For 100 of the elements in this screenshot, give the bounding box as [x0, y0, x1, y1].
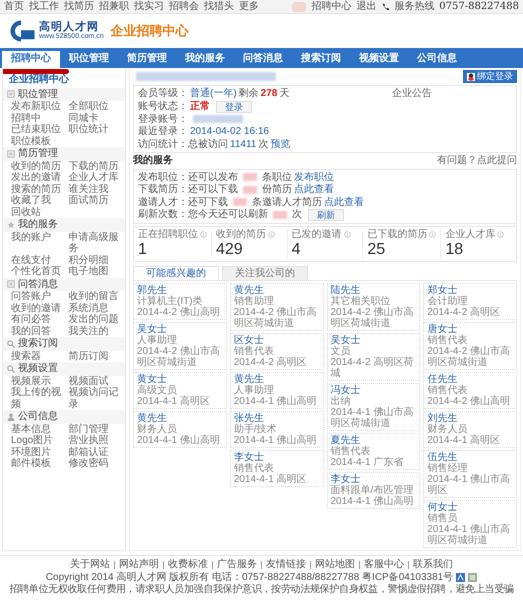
- candidate-card[interactable]: 何女士 销售员 2014-4-1 佛山市高明区荷城街道: [423, 500, 517, 548]
- info-link[interactable]: 11411: [230, 138, 256, 150]
- tab[interactable]: 关注我公司的: [222, 266, 308, 280]
- footer-link[interactable]: 关于网站: [70, 559, 110, 570]
- footer-link[interactable]: 广告服务: [217, 559, 257, 570]
- candidate-card[interactable]: 伍先生 销售经理 2014-4-1 佛山市高明区: [423, 450, 517, 498]
- sidebar-link[interactable]: 职位统计: [68, 124, 122, 136]
- sidebar-link[interactable]: 招聘中: [11, 112, 64, 124]
- candidate-card[interactable]: 郑女士 会计助理 2014-4-2 高明区: [423, 283, 517, 320]
- sidebar-link[interactable]: 基本信息: [11, 424, 64, 435]
- candidate-name[interactable]: 夏先生: [330, 435, 416, 446]
- sidebar-link[interactable]: 发布新职位: [11, 101, 64, 112]
- sidebar-link[interactable]: 已结束职位: [11, 124, 64, 136]
- sidebar-link[interactable]: 我的回答: [11, 326, 64, 337]
- sidebar-link[interactable]: 在线支付: [11, 254, 64, 266]
- candidate-name[interactable]: 李女士: [234, 452, 320, 463]
- sidebar-section[interactable]: 我的服务: [3, 218, 125, 232]
- candidate-name[interactable]: 黄先生: [234, 374, 320, 385]
- candidate-card[interactable]: 冯女士 出纳 2014-4-1 佛山市高明区荷城街道: [326, 383, 420, 431]
- info-link[interactable]: 点此查看: [324, 196, 364, 208]
- nav-tab[interactable]: 招聘中心: [2, 51, 60, 68]
- sidebar-section[interactable]: 简历管理: [3, 147, 125, 160]
- candidate-card[interactable]: 陆先生 其它相关职位 2014-4-2 佛山市高明区荷城街道: [326, 283, 420, 331]
- candidate-card[interactable]: 区女士 销售代表 2014-4-2 高明区: [230, 333, 324, 370]
- sidebar-link[interactable]: 发出的邀请: [11, 172, 64, 184]
- sidebar-link[interactable]: 申请高级服务: [68, 232, 122, 254]
- info-link[interactable]: 点此查看: [294, 184, 334, 196]
- top-link[interactable]: 退出: [356, 0, 376, 12]
- candidate-name[interactable]: 陆先生: [330, 285, 416, 296]
- sidebar-link[interactable]: 收到的邀请: [11, 302, 64, 314]
- sidebar-link[interactable]: 部门管理: [68, 424, 122, 435]
- sidebar-link[interactable]: 收到的简历: [11, 160, 64, 172]
- candidate-name[interactable]: 张先生: [234, 413, 320, 424]
- candidate-name[interactable]: 唐女士: [427, 324, 513, 335]
- top-link[interactable]: 更多: [239, 0, 259, 12]
- nav-tab[interactable]: 搜索订阅: [292, 51, 350, 68]
- info-link[interactable]: 普通(一年): [190, 88, 237, 100]
- candidate-name[interactable]: 吴女士: [137, 324, 223, 335]
- top-link[interactable]: 找实习: [134, 0, 164, 12]
- sidebar-link[interactable]: 视频面试: [68, 376, 122, 387]
- sidebar-link[interactable]: 视频展示: [11, 376, 64, 387]
- nav-tab[interactable]: 公司信息: [408, 51, 466, 68]
- info-link[interactable]: 预览: [270, 138, 290, 150]
- sidebar-link[interactable]: 搜索器: [11, 350, 64, 362]
- footer-link[interactable]: 网站地图: [315, 559, 355, 570]
- info-link[interactable]: 发布职位: [294, 172, 334, 183]
- tab[interactable]: 可能感兴趣的: [133, 266, 219, 280]
- candidate-card[interactable]: 张先生 助手/技术 2014-4-1 佛山高明: [230, 411, 324, 448]
- candidate-card[interactable]: 任先生 销售代表 2014-4-2 佛山高明: [423, 372, 517, 409]
- candidate-name[interactable]: 黄女士: [137, 374, 223, 385]
- sidebar-link[interactable]: 收藏了我: [11, 195, 64, 206]
- candidate-name[interactable]: 何女士: [427, 502, 513, 513]
- candidate-card[interactable]: 刘先生 财务人员 2014-4-1 高明区: [423, 411, 517, 448]
- footer-link[interactable]: 客服中心: [364, 559, 404, 570]
- sidebar-link[interactable]: 修改密码: [68, 458, 122, 470]
- sidebar-link[interactable]: 我上传的视频: [11, 387, 64, 410]
- candidate-card[interactable]: 李女士 销售代表 2014-4-1 高明区: [230, 450, 324, 487]
- info-link[interactable]: 2014-04-02 16:16: [190, 126, 269, 138]
- small-button[interactable]: 登录: [216, 100, 252, 112]
- sidebar-link[interactable]: 企业人才库: [68, 172, 122, 184]
- candidate-card[interactable]: 李女士 面料跟单/布匹管理 2014-4-1 佛山高明: [326, 472, 420, 509]
- sidebar-link[interactable]: 积分明细: [68, 254, 122, 266]
- sidebar-link[interactable]: 我关注的: [68, 326, 122, 337]
- sidebar-link[interactable]: 电子地图: [68, 266, 122, 278]
- candidate-name[interactable]: 黄先生: [137, 413, 223, 424]
- candidate-name[interactable]: 冯女士: [330, 385, 416, 396]
- sidebar-link[interactable]: 回收站: [11, 206, 64, 218]
- help-link[interactable]: 有问题？点此提问: [437, 155, 517, 166]
- candidate-card[interactable]: 夏先生 销售代表 2014-4-1 广东省: [326, 433, 420, 470]
- nav-tab[interactable]: 职位管理: [60, 51, 118, 68]
- sidebar-link[interactable]: 问答账户: [11, 291, 64, 302]
- candidate-card[interactable]: 黄先生 人事助理 2014-4-1 佛山高明: [230, 372, 324, 409]
- sidebar-link[interactable]: 谁关注我: [68, 184, 122, 195]
- sidebar-link[interactable]: 营业执照: [68, 435, 122, 446]
- candidate-card[interactable]: 吴女士 人事助理 2014-4-2 佛山市高明区荷城街道: [133, 322, 227, 370]
- sidebar-section[interactable]: 公司信息: [3, 410, 125, 424]
- candidate-name[interactable]: 区女士: [234, 335, 320, 346]
- sidebar-link[interactable]: Logo图片: [11, 435, 64, 446]
- top-link[interactable]: 找猎头: [204, 0, 234, 12]
- candidate-card[interactable]: 黄女士 高级文员 2014-4-1 高明区: [133, 372, 227, 409]
- top-link[interactable]: 招聘中心: [311, 0, 352, 12]
- candidate-name[interactable]: 伍先生: [427, 452, 513, 463]
- nav-tab[interactable]: 简历管理: [118, 51, 176, 68]
- candidate-card[interactable]: 郭先生 计算机主(IT)类 2014-4-2 佛山高明: [133, 283, 227, 320]
- candidate-name[interactable]: 李女士: [330, 474, 416, 485]
- footer-link[interactable]: 联系我们: [413, 559, 453, 570]
- candidate-name[interactable]: 吴女士: [330, 335, 416, 346]
- sidebar-link[interactable]: 职位模板: [11, 136, 64, 147]
- sidebar-link[interactable]: 全部职位: [68, 101, 122, 112]
- small-button[interactable]: 刷新: [308, 209, 344, 221]
- footer-link[interactable]: 网站声明: [119, 559, 159, 570]
- sidebar-link[interactable]: 我的账户: [11, 232, 64, 254]
- sidebar-link[interactable]: 视频访问记录: [68, 387, 122, 410]
- top-link[interactable]: 招聘会: [169, 0, 199, 12]
- nav-tab[interactable]: 问答消息: [234, 51, 292, 68]
- sidebar-title[interactable]: 企业招聘中心: [3, 68, 125, 88]
- bind-login-button[interactable]: 绑定登录: [463, 70, 517, 83]
- candidate-name[interactable]: 郑女士: [427, 285, 513, 296]
- sidebar-section[interactable]: 问答消息: [3, 278, 125, 291]
- candidate-card[interactable]: 吴女士 文员 2014-4-2 高明区荷城: [326, 333, 420, 381]
